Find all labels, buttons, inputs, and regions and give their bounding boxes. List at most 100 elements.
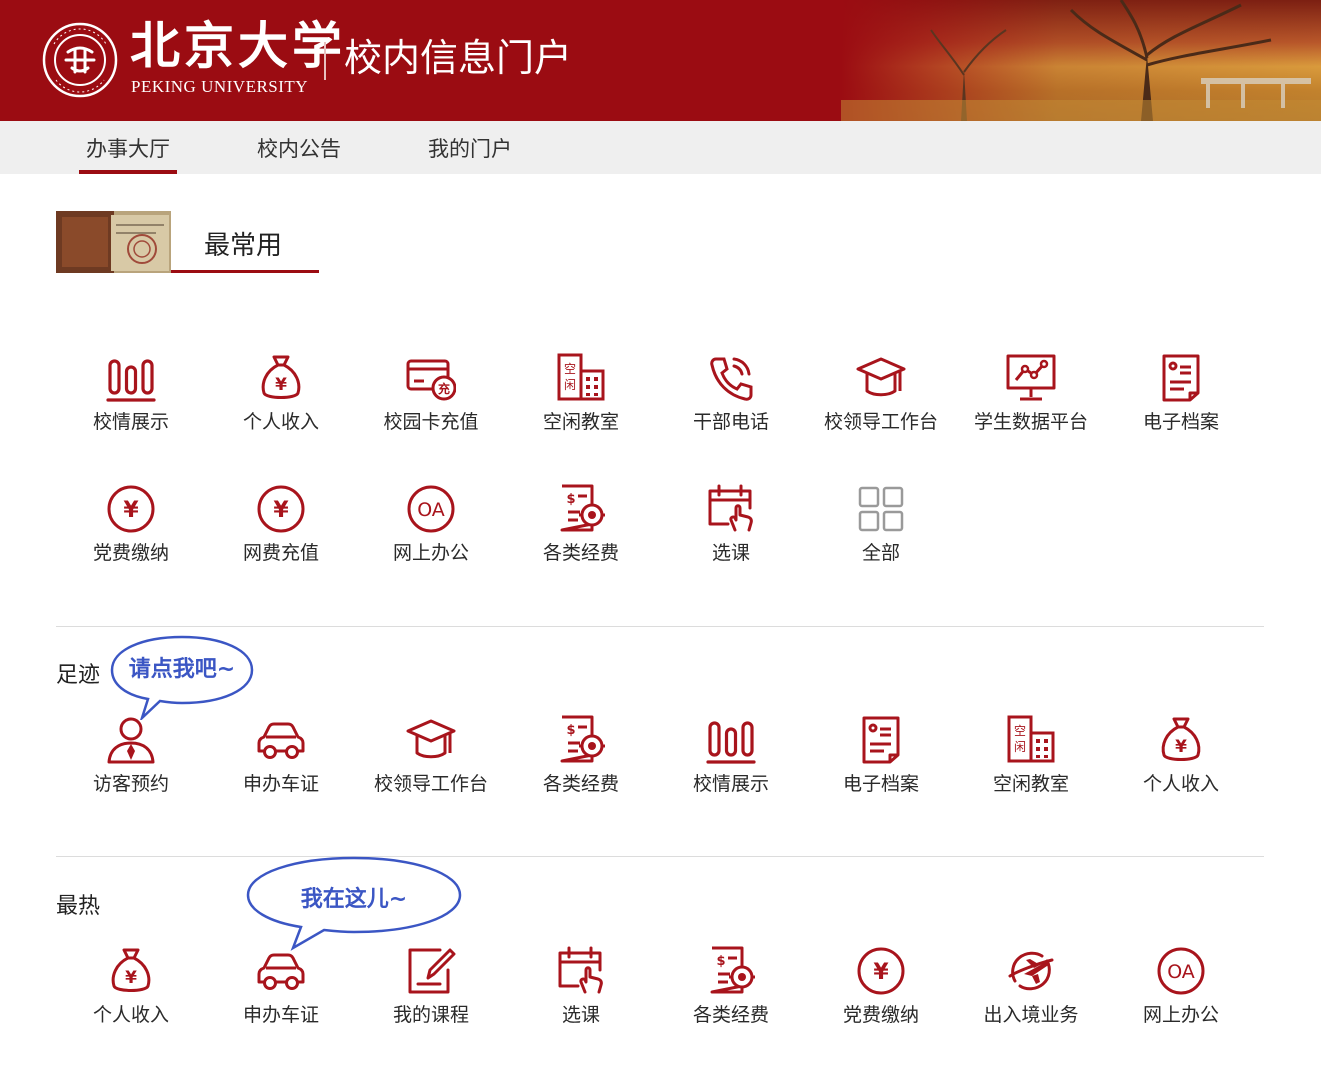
visitor-icon	[107, 717, 155, 764]
tile-label: 全部	[861, 542, 900, 564]
tile-vehicle-permit[interactable]: 申办车证	[206, 946, 356, 1046]
building-icon: 空 闲	[557, 353, 605, 401]
tile-campus-overview[interactable]: 校情展示	[56, 353, 206, 453]
tile-label: 党费缴纳	[92, 542, 169, 564]
tile-label: 网上办公	[1142, 1004, 1219, 1026]
tile-electronic-archive[interactable]: 电子档案	[806, 715, 956, 815]
logo-english-name: PEKING UNIVERSITY	[131, 77, 309, 96]
bubble-text: 请点我吧~	[128, 657, 236, 682]
svg-text:空: 空	[1014, 724, 1026, 738]
tree-illustration	[841, 0, 1321, 121]
tile-personal-income[interactable]: ¥ 个人收入	[56, 946, 206, 1046]
section-title-most-used: 最常用	[171, 211, 319, 273]
building-icon: 空 闲	[1007, 715, 1055, 763]
funds-document-icon: $	[560, 715, 605, 763]
tile-personal-income[interactable]: ¥ 个人收入	[206, 353, 356, 453]
section-divider	[56, 856, 1264, 857]
card-recharge-icon: 充	[406, 359, 456, 401]
funds-document-icon: $	[710, 946, 755, 994]
tile-label: 干部电话	[692, 411, 769, 433]
tile-course-selection[interactable]: 选课	[506, 946, 656, 1046]
hottest-title: 最热	[56, 894, 101, 919]
tile-label: 电子档案	[842, 773, 919, 795]
section-divider	[56, 626, 1264, 627]
tab-announcements[interactable]: 校内公告	[250, 121, 348, 174]
svg-text:闲: 闲	[1014, 740, 1026, 754]
tile-my-courses[interactable]: 我的课程	[356, 946, 506, 1046]
bar-chart-icon	[106, 359, 156, 402]
svg-text:¥: ¥	[1175, 737, 1187, 757]
bar-chart-icon	[706, 721, 756, 764]
tile-label: 电子档案	[1142, 411, 1219, 433]
oa-circle-icon: OA	[407, 485, 455, 533]
bubble-text: 我在这儿~	[300, 887, 408, 912]
graduation-cap-icon	[406, 719, 456, 759]
svg-text:¥: ¥	[125, 968, 137, 988]
airplane-globe-icon	[1008, 951, 1054, 991]
yen-circle-icon: ¥	[857, 947, 905, 995]
portal-title: 校内信息门户	[344, 36, 573, 80]
tile-campus-overview[interactable]: 校情展示	[656, 715, 806, 815]
tile-label: 我的课程	[392, 1004, 469, 1026]
footprints-title: 足迹	[56, 663, 101, 688]
tile-label: 选课	[561, 1004, 600, 1026]
logo-chinese-name: 北京大学	[130, 16, 346, 75]
car-icon	[257, 953, 305, 990]
tile-label: 校园卡充值	[383, 411, 479, 433]
tile-label: 校情展示	[92, 411, 169, 433]
tile-label: 个人收入	[92, 1004, 169, 1026]
tile-vehicle-permit[interactable]: 申办车证	[206, 715, 356, 815]
tile-funds[interactable]: $ 各类经费	[506, 715, 656, 815]
tile-online-office[interactable]: OA 网上办公	[356, 484, 506, 584]
graduation-cap-icon	[856, 357, 906, 397]
tile-all[interactable]: 全部	[806, 484, 956, 584]
tile-funds[interactable]: $ 各类经费	[656, 946, 806, 1046]
tile-funds[interactable]: $ 各类经费	[506, 484, 656, 584]
hint-bubble-click-me: 请点我吧~	[110, 634, 254, 723]
svg-text:¥: ¥	[273, 498, 289, 523]
tab-service-hall[interactable]: 办事大厅	[79, 121, 177, 174]
money-bag-icon: ¥	[261, 355, 301, 399]
tile-label: 学生数据平台	[973, 411, 1088, 433]
tile-visitor-appointment[interactable]: 访客预约	[56, 715, 206, 815]
yen-circle-icon: ¥	[257, 485, 305, 533]
tile-party-dues[interactable]: ¥ 党费缴纳	[56, 484, 206, 584]
svg-text:$: $	[566, 723, 575, 738]
svg-text:闲: 闲	[564, 378, 576, 392]
svg-text:¥: ¥	[275, 375, 287, 395]
svg-text:¥: ¥	[873, 960, 889, 985]
course-edit-icon	[408, 948, 456, 994]
tile-personal-income[interactable]: ¥ 个人收入	[1106, 715, 1256, 815]
tile-label: 校领导工作台	[373, 773, 488, 795]
tile-label: 校情展示	[692, 773, 769, 795]
tile-label: 申办车证	[242, 1004, 319, 1026]
peking-university-seal-icon	[42, 22, 118, 98]
oa-circle-icon: OA	[1157, 947, 1205, 995]
tile-student-data-platform[interactable]: 学生数据平台	[956, 353, 1106, 453]
tile-vacant-classroom[interactable]: 空 闲 空闲教室	[956, 715, 1106, 815]
document-icon	[862, 716, 900, 764]
tile-label: 空闲教室	[542, 411, 619, 433]
car-icon	[257, 722, 305, 759]
tile-party-dues[interactable]: ¥ 党费缴纳	[806, 946, 956, 1046]
tile-label: 校领导工作台	[823, 411, 938, 433]
tile-entry-exit[interactable]: 出入境业务	[956, 946, 1106, 1046]
svg-text:OA: OA	[1167, 961, 1195, 983]
yen-circle-icon: ¥	[107, 485, 155, 533]
tile-label: 网上办公	[392, 542, 469, 564]
tile-vacant-classroom[interactable]: 空 闲 空闲教室	[506, 353, 656, 453]
tile-cadre-phone[interactable]: 干部电话	[656, 353, 806, 453]
tile-campus-card-recharge[interactable]: 充 校园卡充值	[356, 353, 506, 453]
svg-text:¥: ¥	[123, 498, 139, 523]
tile-leader-workbench[interactable]: 校领导工作台	[806, 353, 956, 453]
tile-leader-workbench[interactable]: 校领导工作台	[356, 715, 506, 815]
tab-my-portal[interactable]: 我的门户	[421, 121, 519, 174]
tile-label: 空闲教室	[992, 773, 1069, 795]
tile-network-fee[interactable]: ¥ 网费充值	[206, 484, 356, 584]
tile-label: 各类经费	[542, 773, 619, 795]
tile-course-selection[interactable]: 选课	[656, 484, 806, 584]
tile-online-office[interactable]: OA 网上办公	[1106, 946, 1256, 1046]
svg-text:空: 空	[564, 362, 576, 376]
tile-electronic-archive[interactable]: 电子档案	[1106, 353, 1256, 453]
money-bag-icon: ¥	[111, 948, 151, 992]
